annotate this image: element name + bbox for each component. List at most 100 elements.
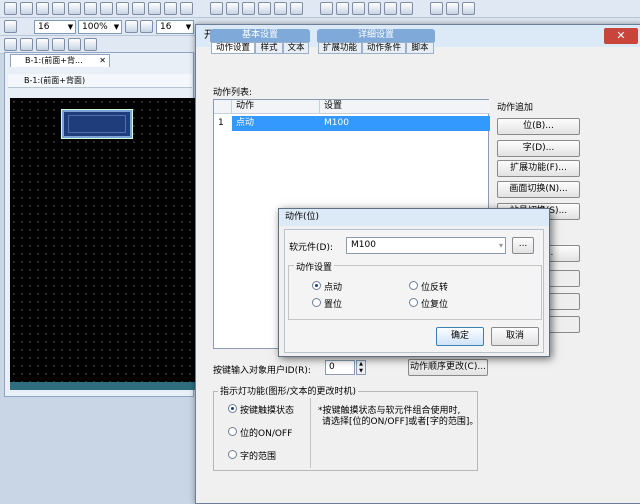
toolbar-icon[interactable] [84,38,97,51]
indicator-radio-bit[interactable] [228,427,237,436]
tab-action-condition[interactable]: 动作条件 [362,42,406,54]
toolbar-icon[interactable] [132,2,145,15]
add-bit-button[interactable]: 位(B)... [497,118,580,135]
table-cell-action[interactable]: 点动 [232,116,320,131]
toolbar-icon[interactable] [210,2,223,15]
toolbar-icon[interactable] [226,2,239,15]
toolbar-icon[interactable] [68,2,81,15]
change-order-button[interactable]: 动作顺序更改(C)... [408,359,488,376]
screen-tab-label: B-1:(前面+背... [25,56,83,65]
column-header-action: 动作 [232,100,320,114]
browse-button[interactable]: ... [512,237,534,254]
device-input[interactable]: M100 ▾ [346,237,506,254]
tab-style[interactable]: 样式 [255,42,283,54]
toolbar-icon[interactable] [4,38,17,51]
toolbar-icon[interactable] [446,2,459,15]
toolbar-icon[interactable] [384,2,397,15]
zoom-value: 100% [82,22,108,32]
user-id-input[interactable]: 0 [325,360,355,375]
table-cell-setting[interactable]: M100 [320,116,490,131]
toolbar-icon[interactable] [180,2,193,15]
toolbar-icon[interactable] [320,2,333,15]
toolbar-icon[interactable] [4,20,17,33]
grid-size-combo[interactable]: 16 ▼ [156,20,194,34]
close-icon[interactable]: ✕ [604,28,638,44]
screen-window-title: B-1:(前面+背面) [8,74,192,88]
switch-object[interactable] [62,110,132,138]
toolbar-icon[interactable] [20,2,33,15]
radio-set[interactable] [312,298,321,307]
option-set[interactable]: 置位 [324,297,342,310]
ok-button[interactable]: 确定 [436,327,484,346]
toolbar-icon[interactable] [52,38,65,51]
toolbar-icon[interactable] [20,38,33,51]
toolbar-icon[interactable] [258,2,271,15]
tab-group-detail[interactable]: 详细设置 [317,29,435,42]
close-icon[interactable]: ✕ [99,55,106,67]
toolbar-icon[interactable] [164,2,177,15]
toolbar-icon[interactable] [100,2,113,15]
indicator-note: 请选择[位的ON/OFF]或者[字的范围]。 [322,417,479,427]
indicator-option-word[interactable]: 字的范围 [240,449,276,462]
toolbar-icon[interactable] [400,2,413,15]
indicator-option-touch[interactable]: 按键触摸状态 [240,403,294,416]
tab-extended[interactable]: 扩展功能 [318,42,362,54]
tab-action-settings[interactable]: 动作设置 [211,42,255,54]
font-size-value: 16 [38,22,50,32]
toolbar-icon[interactable] [242,2,255,15]
toolbar-icon[interactable] [462,2,475,15]
chevron-down-icon: ▼ [67,23,74,31]
tab-group-basic[interactable]: 基本设置 [210,29,310,42]
user-id-label: 按键输入对象用户ID(R): [213,366,311,376]
toolbar-icon[interactable] [336,2,349,15]
option-reset[interactable]: 位复位 [421,297,448,310]
column-header-num [214,100,232,114]
toolbar-icon[interactable] [352,2,365,15]
add-screen-switch-button[interactable]: 画面切换(N)... [497,181,580,198]
toolbar-icon[interactable] [36,38,49,51]
toolbar-icon[interactable] [68,38,81,51]
toolbar-icon[interactable] [148,2,161,15]
toolbar-icon[interactable] [274,2,287,15]
device-label: 软元件(D): [289,243,333,253]
zoom-out-icon[interactable] [140,20,153,33]
add-word-button[interactable]: 字(D)... [497,140,580,157]
cancel-button[interactable]: 取消 [491,327,539,346]
tab-text[interactable]: 文本 [283,42,309,54]
chevron-down-icon: ▼ [185,23,192,31]
toolbar-icon[interactable] [36,2,49,15]
radio-momentary[interactable] [312,281,321,290]
device-value: M100 [351,240,376,250]
toolbar-icon[interactable] [290,2,303,15]
radio-alternate[interactable] [409,281,418,290]
indicator-radio-touch[interactable] [228,404,237,413]
font-size-combo[interactable]: 16 ▼ [34,20,76,34]
screen-canvas[interactable] [10,98,196,388]
screen-tab[interactable]: B-1:(前面+背... ✕ [10,54,110,67]
toolbar-icon[interactable] [116,2,129,15]
toolbar-icon[interactable] [52,2,65,15]
chevron-down-icon: ▼ [113,23,120,31]
user-id-spinner[interactable]: ▲ ▼ [356,360,366,375]
tab-script[interactable]: 脚本 [406,42,434,54]
zoom-combo[interactable]: 100% ▼ [78,20,122,34]
action-list-label: 动作列表: [213,88,253,98]
toolbar-icon[interactable] [368,2,381,15]
toolbar-row-1 [0,0,640,18]
action-add-label: 动作追加 [497,103,534,113]
canvas-scrollbar[interactable] [10,382,196,390]
indicator-radio-word[interactable] [228,450,237,459]
action-setting-label: 动作设置 [294,260,335,273]
toolbar-icon[interactable] [4,2,17,15]
toolbar-icon[interactable] [84,2,97,15]
radio-reset[interactable] [409,298,418,307]
option-momentary[interactable]: 点动 [324,280,342,293]
table-row[interactable]: 1 [214,116,232,131]
toolbar-icon[interactable] [430,2,443,15]
zoom-in-icon[interactable] [125,20,138,33]
indicator-option-bit[interactable]: 位的ON/OFF [240,426,292,439]
add-extended-button[interactable]: 扩展功能(F)... [497,160,580,177]
option-alternate[interactable]: 位反转 [421,280,448,293]
subdialog-title: 动作(位) [279,209,549,226]
grid-size-value: 16 [160,22,172,32]
